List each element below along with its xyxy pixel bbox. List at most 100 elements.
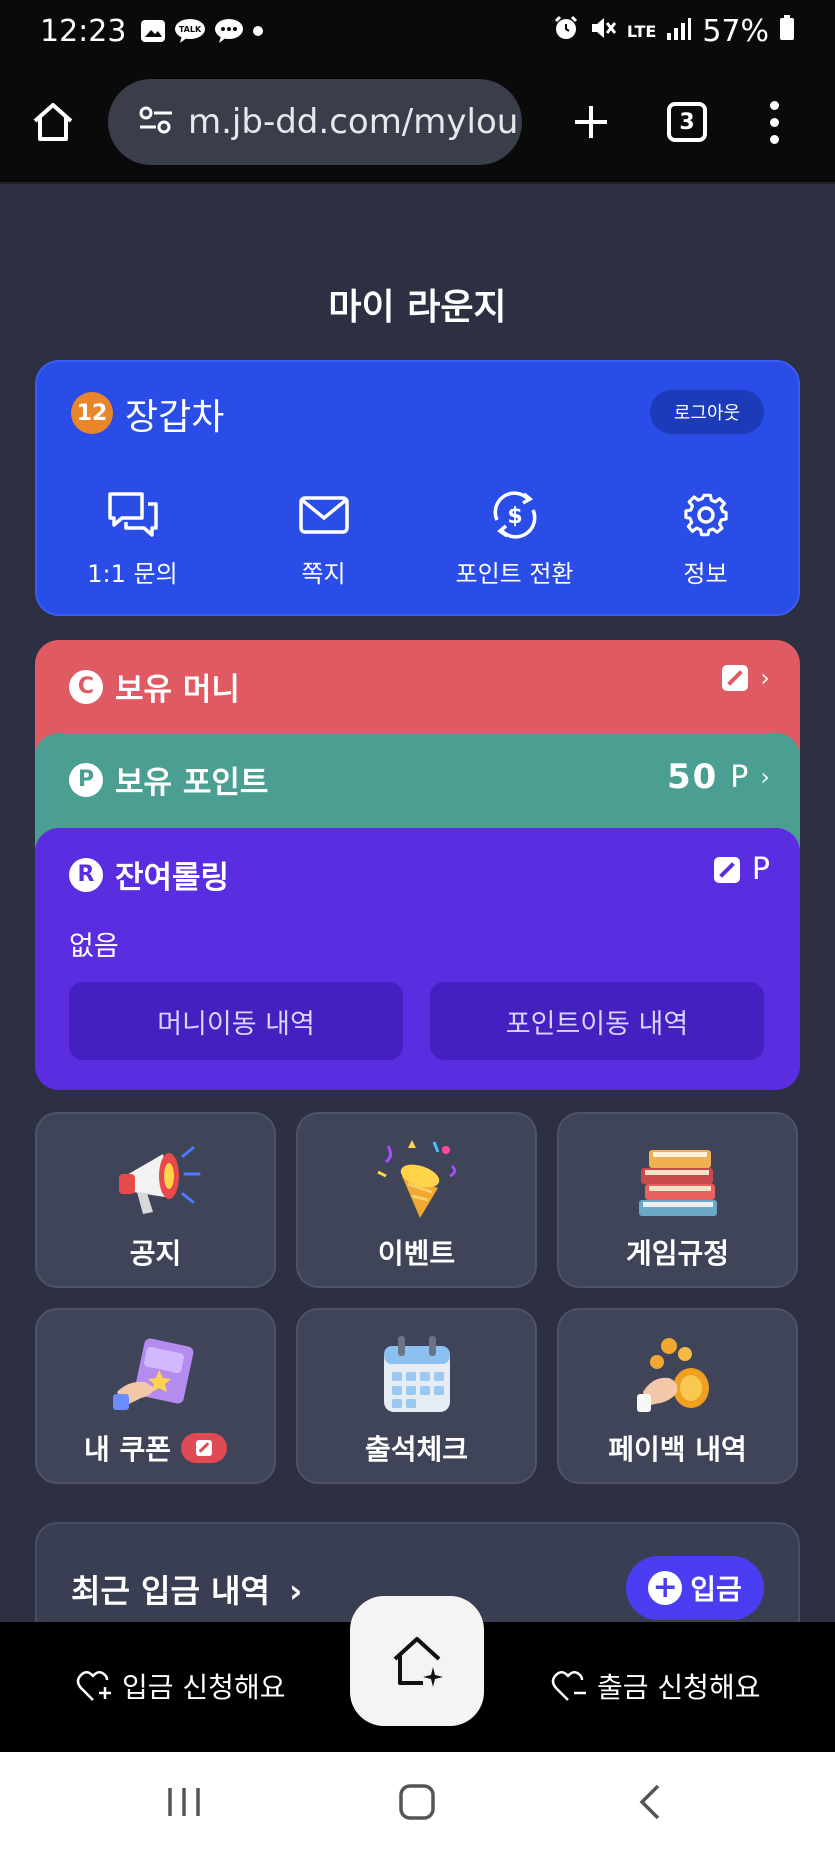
tile-rules[interactable]: 게임규정 [557,1112,798,1288]
tile-notice-label: 공지 [129,1237,182,1270]
points-unit: P [730,759,749,795]
plus-circle-icon: + [648,1571,683,1605]
new-tab-button[interactable] [558,102,624,142]
tile-notice[interactable]: 공지 [35,1112,276,1288]
tile-coupon[interactable]: 내 쿠폰 [35,1308,276,1484]
rolling-badge: R [69,857,103,892]
recent-apps-button[interactable] [166,1782,202,1826]
heart-minus-icon [551,1671,586,1701]
site-settings-icon[interactable] [138,104,174,140]
tile-attendance[interactable]: 출석체크 [296,1308,537,1484]
empty-value-icon [713,856,740,883]
chevron-right-icon: › [760,664,770,692]
battery-level: 57% [702,13,769,49]
tile-attendance-label: 출석체크 [364,1433,469,1466]
tile-payback[interactable]: 페이백 내역 [557,1308,798,1484]
points-badge: P [69,762,103,797]
point-exchange-button[interactable]: $ 포인트 전환 [419,490,610,589]
recent-deposit-link[interactable]: 최근 입금 내역 › [71,1566,302,1612]
rolling-status: 없음 [69,931,119,962]
party-popper-icon [372,1136,462,1222]
rolling-unit: P [751,852,770,887]
gallery-notification-icon [140,19,166,43]
browser-menu-button[interactable] [754,100,794,144]
money-badge: C [69,669,103,704]
tile-event-label: 이벤트 [377,1237,456,1270]
tab-switcher-button[interactable]: 3 [654,102,720,142]
recent-deposit-title: 최근 입금 내역 [71,1572,270,1610]
message-label: 쪽지 [301,560,346,588]
coins-icon [633,1332,723,1418]
point-exchange-label: 포인트 전환 [455,560,574,588]
tile-rules-label: 게임규정 [625,1237,730,1270]
inquiry-label: 1:1 문의 [87,560,178,588]
menu-dot [769,134,779,144]
tile-event[interactable]: 이벤트 [296,1112,537,1288]
mail-icon [298,496,349,534]
inquiry-button[interactable]: 1:1 문의 [37,490,228,589]
more-notifications-dot-icon [252,25,264,37]
home-sparkle-icon [393,1637,443,1687]
money-history-button[interactable]: 머니이동 내역 [69,982,403,1060]
signal-icon [666,14,692,49]
withdraw-request-label: 출금 신청해요 [597,1671,761,1704]
gear-icon [683,493,728,537]
info-button[interactable]: 정보 [610,490,801,589]
system-home-button[interactable] [397,1782,437,1826]
tile-payback-label: 페이백 내역 [608,1433,747,1466]
deposit-button[interactable]: + 입금 [626,1556,764,1620]
chat-icon [107,492,158,537]
plus-icon [575,106,607,138]
status-bar: 12:23 TALK LTE 57% [0,0,835,62]
talk-notification-icon: TALK [174,18,206,44]
empty-value-icon [196,1440,213,1456]
level-badge: 12 [71,392,113,434]
coupon-icon [111,1332,201,1418]
battery-icon [779,14,795,49]
tile-coupon-label: 내 쿠폰 [83,1433,172,1466]
menu-dot [769,100,779,110]
logout-button[interactable]: 로그아웃 [650,390,764,434]
system-back-button[interactable] [636,1782,666,1826]
message-notification-icon [214,18,244,44]
points-value-row: 50 P › [667,757,770,797]
calendar-icon [372,1332,462,1418]
megaphone-icon [111,1136,201,1222]
money-card-header: C 보유 머니 [69,664,240,709]
coupon-count-badge [181,1433,228,1463]
svg-text:$: $ [507,504,522,529]
points-card-header: P 보유 포인트 [69,757,268,802]
points-title: 보유 포인트 [115,765,269,801]
deposit-request-button[interactable]: 입금 신청해요 [76,1666,285,1706]
empty-value-icon [722,665,749,691]
exchange-icon: $ [493,491,536,539]
svg-text:TALK: TALK [179,25,202,34]
rolling-value-row: P [713,852,770,887]
url-bar[interactable]: m.jb-dd.com/mylou [108,79,522,165]
tile-coupon-label-row: 내 쿠폰 [83,1428,228,1468]
profile-card: 12 장갑차 로그아웃 1:1 문의 쪽지 $ 포인트 전환 정보 [35,360,800,616]
menu-dot [769,117,779,127]
alarm-icon [553,14,579,49]
system-nav-bar [0,1752,835,1856]
withdraw-request-button[interactable]: 출금 신청해요 [551,1666,760,1706]
money-value: › [722,664,770,692]
rolling-card: R 잔여롤링 P 없음 머니이동 내역 포인트이동 내역 [35,828,800,1090]
username: 장갑차 [125,397,225,438]
point-history-button[interactable]: 포인트이동 내역 [430,982,764,1060]
back-chevron-icon [639,1784,660,1820]
rolling-title: 잔여롤링 [115,860,230,896]
books-icon [633,1136,723,1222]
deposit-button-label: 입금 [690,1573,742,1606]
rolling-card-header: R 잔여롤링 [69,852,229,897]
browser-home-button[interactable] [18,101,88,143]
message-button[interactable]: 쪽지 [228,490,419,589]
system-home-icon [399,1784,435,1820]
deposit-request-label: 입금 신청해요 [122,1671,286,1704]
status-time: 12:23 [40,13,127,49]
home-fab-button[interactable] [350,1596,484,1726]
info-label: 정보 [683,560,728,588]
home-icon [33,103,73,141]
money-title: 보유 머니 [115,672,240,708]
chevron-right-icon: › [760,763,770,791]
